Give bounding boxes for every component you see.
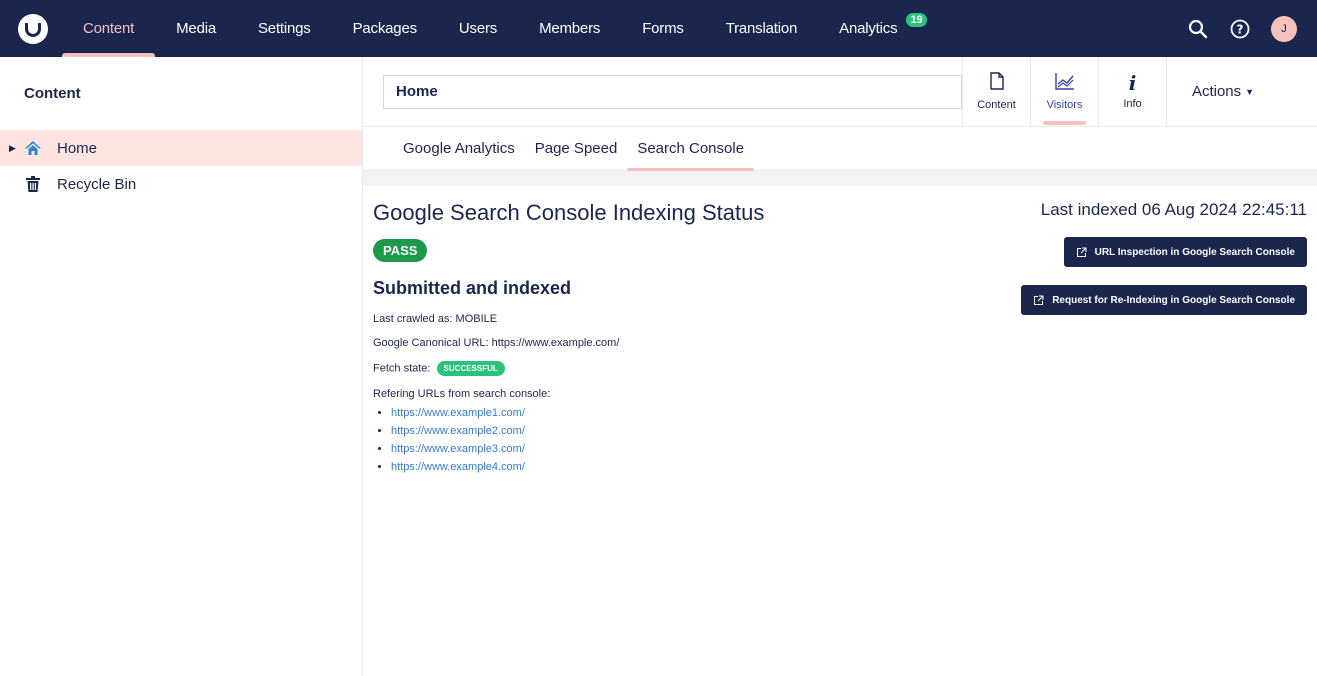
app-button-label: Info bbox=[1123, 97, 1142, 110]
tab-label: Google Analytics bbox=[403, 140, 515, 157]
info-icon: i bbox=[1128, 70, 1137, 95]
nav-label: Packages bbox=[352, 20, 417, 37]
notification-badge: 19 bbox=[903, 11, 930, 29]
content-tree-sidebar: Content ▶ Home Recycle Bin bbox=[0, 57, 363, 676]
app-button-label: Content bbox=[977, 99, 1016, 111]
nav-item-settings[interactable]: Settings bbox=[237, 0, 332, 57]
nav-label: Content bbox=[83, 20, 135, 37]
top-navigation-bar: Content Media Settings Packages Users Me… bbox=[0, 0, 1317, 57]
url-inspection-button[interactable]: URL Inspection in Google Search Console bbox=[1063, 237, 1307, 267]
tree-item-label: Home bbox=[57, 139, 98, 157]
svg-text:?: ? bbox=[1237, 22, 1244, 36]
nav-label: Users bbox=[458, 20, 498, 37]
avatar[interactable]: J bbox=[1271, 15, 1297, 42]
nav-item-translation[interactable]: Translation bbox=[705, 0, 818, 57]
umbraco-logo-icon[interactable] bbox=[18, 13, 48, 44]
analytics-subtabs: Google Analytics Page Speed Search Conso… bbox=[363, 127, 1317, 171]
referring-url-link[interactable]: https://www.example2.com/ bbox=[391, 422, 1307, 440]
tab-search-console[interactable]: Search Console bbox=[627, 127, 754, 171]
action-buttons: URL Inspection in Google Search Console … bbox=[1021, 237, 1307, 315]
nav-item-users[interactable]: Users bbox=[438, 0, 518, 57]
nav-label: Translation bbox=[725, 20, 798, 37]
node-name-input[interactable]: Home bbox=[383, 74, 962, 109]
referring-url-link[interactable]: https://www.example3.com/ bbox=[391, 440, 1307, 458]
tab-google-analytics[interactable]: Google Analytics bbox=[393, 127, 525, 171]
caret-down-icon: ▼ bbox=[1245, 86, 1255, 97]
fetch-state-label: Fetch state: bbox=[373, 362, 431, 375]
nav-item-analytics[interactable]: Analytics 19 bbox=[818, 0, 935, 57]
search-icon[interactable] bbox=[1187, 18, 1209, 40]
tab-label: Search Console bbox=[637, 140, 745, 157]
help-icon[interactable]: ? bbox=[1229, 18, 1251, 40]
tree-item-home[interactable]: ▶ Home bbox=[0, 130, 362, 166]
actions-dropdown[interactable]: Actions ▼ bbox=[1166, 56, 1279, 127]
external-link-icon bbox=[1076, 247, 1087, 258]
nav-label: Members bbox=[539, 20, 601, 37]
nav-label: Analytics bbox=[839, 20, 898, 37]
tab-label: Page Speed bbox=[534, 140, 618, 157]
external-link-icon bbox=[1033, 295, 1044, 306]
avatar-initial: J bbox=[1281, 22, 1287, 35]
button-label: Request for Re-Indexing in Google Search… bbox=[1052, 294, 1295, 306]
home-icon bbox=[23, 138, 43, 158]
tab-page-speed[interactable]: Page Speed bbox=[525, 127, 628, 171]
referring-urls-list: https://www.example1.com/ https://www.ex… bbox=[373, 404, 1307, 476]
search-console-panel: Google Search Console Indexing Status La… bbox=[363, 186, 1317, 476]
caret-right-icon[interactable]: ▶ bbox=[9, 143, 17, 154]
editor-header: Home Content Visitors i Info Actions ▼ bbox=[363, 56, 1317, 127]
button-label: URL Inspection in Google Search Console bbox=[1094, 246, 1295, 258]
tree-item-recycle-bin[interactable]: Recycle Bin bbox=[0, 166, 362, 202]
fetch-state-row: Fetch state: SUCCESSFUL bbox=[373, 361, 1307, 376]
app-button-visitors[interactable]: Visitors bbox=[1030, 56, 1098, 127]
referring-url-link[interactable]: https://www.example4.com/ bbox=[391, 458, 1307, 476]
actions-label: Actions bbox=[1191, 83, 1242, 100]
nav-item-content[interactable]: Content bbox=[62, 0, 156, 57]
tree-item-label: Recycle Bin bbox=[57, 175, 137, 193]
nav-item-media[interactable]: Media bbox=[155, 0, 237, 57]
last-indexed-text: Last indexed 06 Aug 2024 22:45:11 bbox=[1040, 200, 1307, 219]
app-button-label: Visitors bbox=[1046, 99, 1083, 111]
request-reindex-button[interactable]: Request for Re-Indexing in Google Search… bbox=[1021, 285, 1307, 315]
nav-label: Settings bbox=[258, 20, 311, 37]
referring-urls-label: Refering URLs from search console: bbox=[373, 388, 551, 400]
status-badge: SUCCESSFUL bbox=[436, 361, 505, 376]
referring-url-link[interactable]: https://www.example1.com/ bbox=[391, 404, 1307, 422]
nav-label: Media bbox=[176, 20, 216, 37]
nav-label: Forms bbox=[642, 20, 684, 37]
sidebar-title: Content bbox=[24, 85, 81, 102]
app-button-content[interactable]: Content bbox=[962, 56, 1030, 127]
verdict-badge: PASS bbox=[373, 239, 428, 262]
document-icon bbox=[989, 72, 1004, 93]
app-button-info[interactable]: i Info bbox=[1098, 56, 1166, 127]
divider bbox=[363, 171, 1317, 186]
main-editor: Home Content Visitors i Info Actions ▼ G… bbox=[363, 56, 1317, 676]
trash-icon bbox=[23, 174, 43, 194]
nav-item-members[interactable]: Members bbox=[518, 0, 621, 57]
nav-item-forms[interactable]: Forms bbox=[621, 0, 705, 57]
chart-icon bbox=[1054, 72, 1075, 93]
canonical-url-text: Google Canonical URL: https://www.exampl… bbox=[373, 337, 620, 349]
nav-item-packages[interactable]: Packages bbox=[332, 0, 438, 57]
